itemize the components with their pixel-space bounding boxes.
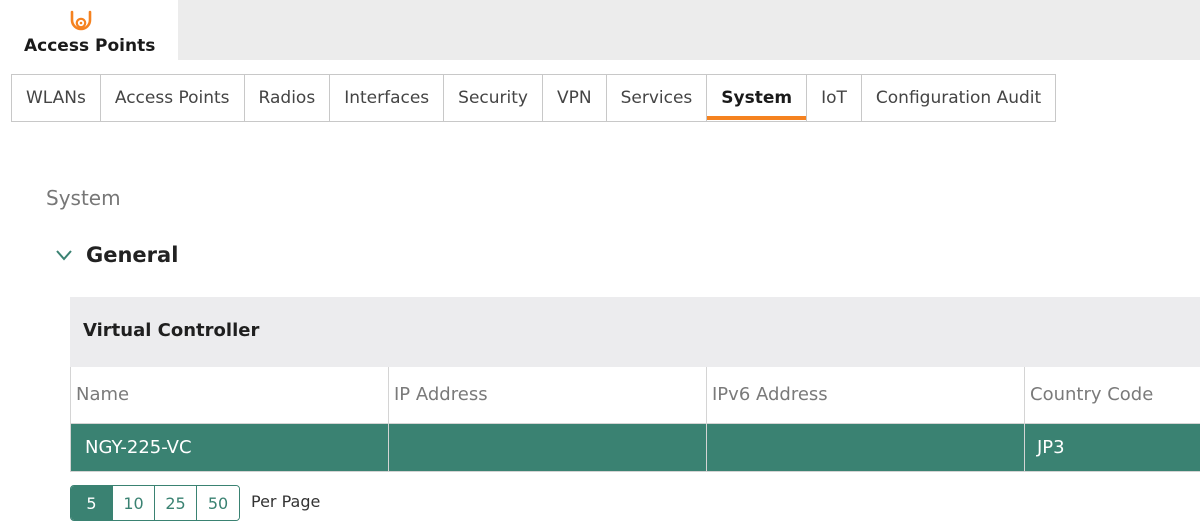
- tab-vpn[interactable]: VPN: [543, 75, 607, 121]
- column-header-ip-address[interactable]: IP Address: [388, 367, 707, 424]
- cell-name: NGY-225-VC: [70, 422, 389, 472]
- virtual-controller-table: Name IP Address IPv6 Address Country Cod…: [70, 367, 1200, 472]
- general-section-title: General: [86, 243, 179, 267]
- tab-services[interactable]: Services: [607, 75, 708, 121]
- virtual-controller-panel: Virtual Controller: [70, 297, 1200, 367]
- page-size-option[interactable]: 25: [155, 486, 197, 520]
- column-header-name[interactable]: Name: [70, 367, 389, 424]
- tab-iot[interactable]: IoT: [807, 75, 862, 121]
- column-header-country-code[interactable]: Country Code: [1024, 367, 1200, 424]
- table-header-row: Name IP Address IPv6 Address Country Cod…: [70, 367, 1200, 424]
- per-page-label: Per Page: [251, 492, 321, 511]
- app-header[interactable]: Access Points: [0, 0, 178, 60]
- tab-interfaces[interactable]: Interfaces: [330, 75, 445, 121]
- tab-system[interactable]: System: [707, 75, 808, 121]
- config-tabs: WLANs Access Points Radios Interfaces Se…: [11, 74, 1057, 122]
- general-section-toggle[interactable]: General: [54, 240, 178, 270]
- cell-country-code: JP3: [1024, 422, 1200, 472]
- page-size-option[interactable]: 50: [197, 486, 239, 520]
- cell-ip-address: [388, 422, 707, 472]
- page-size-option[interactable]: 5: [71, 486, 113, 520]
- app-title: Access Points: [24, 36, 156, 56]
- tab-configuration-audit[interactable]: Configuration Audit: [862, 75, 1055, 121]
- tab-access-points[interactable]: Access Points: [101, 75, 245, 121]
- page-size-selector: 5 10 25 50: [70, 485, 240, 521]
- access-point-icon: [70, 10, 92, 31]
- tab-wlans[interactable]: WLANs: [12, 75, 101, 121]
- panel-title: Virtual Controller: [83, 320, 260, 341]
- cell-ipv6-address: [706, 422, 1025, 472]
- page-size-option[interactable]: 10: [113, 486, 155, 520]
- table-row[interactable]: NGY-225-VC JP3: [70, 422, 1200, 472]
- tab-security[interactable]: Security: [444, 75, 543, 121]
- chevron-down-icon: [56, 250, 72, 261]
- page-title: System: [46, 186, 121, 210]
- column-header-ipv6-address[interactable]: IPv6 Address: [706, 367, 1025, 424]
- top-bar: [0, 0, 1200, 60]
- tab-radios[interactable]: Radios: [245, 75, 331, 121]
